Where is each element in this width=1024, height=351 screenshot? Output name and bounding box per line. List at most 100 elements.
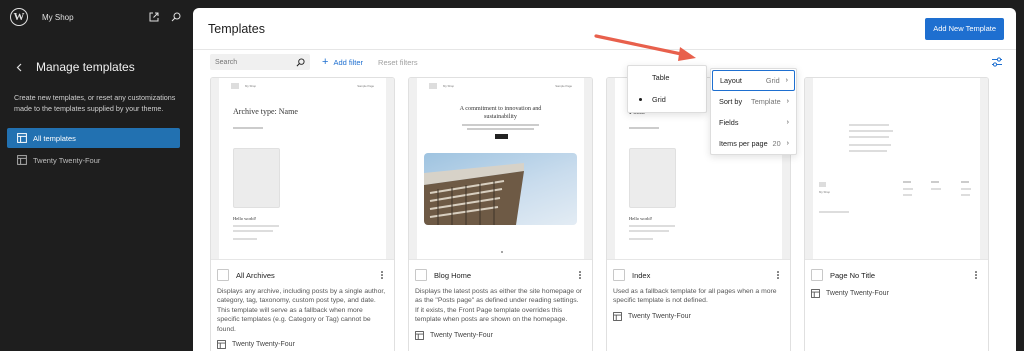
filter-bar: Search + Add filter Reset filters — [210, 54, 1004, 70]
preview-text-line — [629, 225, 675, 227]
template-icon — [613, 269, 625, 281]
layout-option-table[interactable]: Table — [628, 66, 706, 88]
preview-site-title: My Shop — [819, 190, 831, 194]
preview-dot — [501, 251, 503, 253]
view-option-value: 20 — [772, 139, 781, 148]
chevron-right-icon: › — [786, 140, 789, 147]
more-vertical-icon[interactable] — [378, 270, 386, 280]
preview-nav: Sample Page — [555, 84, 572, 88]
sidebar-item-label: Twenty Twenty-Four — [33, 155, 101, 165]
preview-heading: Archive type: Name — [233, 107, 298, 116]
sidebar: W My Shop Manage templates Create new te… — [0, 0, 192, 351]
template-description: Used as a fallback template for all page… — [613, 288, 777, 305]
template-name[interactable]: Page No Title — [830, 271, 972, 280]
wordpress-logo-icon[interactable]: W — [10, 8, 28, 26]
main-panel: Templates Add New Template Search + Add … — [193, 8, 1016, 351]
preview-footer-link — [903, 194, 912, 196]
add-filter-label: Add filter — [333, 57, 364, 67]
view-options-button[interactable] — [990, 55, 1004, 69]
template-preview[interactable]: My Shop Sample Page Archive type: Name H… — [211, 78, 394, 259]
view-option-sort-by[interactable]: Sort by Template › — [712, 91, 795, 112]
sidebar-item-all-templates[interactable]: All templates — [7, 128, 180, 148]
view-option-value: Grid — [765, 76, 780, 85]
preview-text-line — [849, 124, 889, 126]
preview-text-line — [467, 128, 534, 130]
template-description: Displays any archive, including posts by… — [217, 288, 386, 333]
site-hub: W My Shop — [0, 0, 192, 34]
preview-text-line — [629, 238, 653, 240]
preview-text-line — [233, 238, 257, 240]
preview-footer-link — [903, 188, 913, 190]
view-option-items-per-page[interactable]: Items per page 20 › — [712, 133, 795, 154]
template-card-blog-home[interactable]: My Shop Sample Page A commitment to inno… — [408, 77, 593, 351]
templates-grid: My Shop Sample Page Archive type: Name H… — [210, 77, 1004, 351]
layout-icon — [613, 311, 622, 321]
search-icon — [296, 57, 305, 66]
preview-footer-link — [931, 188, 941, 190]
plus-icon: + — [322, 56, 329, 68]
preview-text-line — [629, 127, 659, 129]
reset-filters-button[interactable]: Reset filters — [378, 58, 418, 67]
view-option-value: Template — [751, 97, 781, 106]
selected-dot-icon — [639, 98, 642, 101]
sidebar-item-twenty-twenty-four[interactable]: Twenty Twenty-Four — [7, 150, 180, 170]
layout-icon — [217, 340, 226, 349]
sidebar-item-label: All templates — [33, 133, 76, 143]
template-icon — [217, 269, 229, 281]
more-vertical-icon[interactable] — [972, 270, 980, 280]
chevron-left-icon — [16, 63, 21, 71]
preview-text-line — [849, 130, 893, 132]
more-vertical-icon[interactable] — [774, 270, 782, 280]
more-vertical-icon[interactable] — [576, 270, 584, 280]
template-name[interactable]: Index — [632, 271, 774, 280]
search-icon[interactable] — [168, 9, 184, 25]
template-theme: Twenty Twenty-Four — [232, 341, 295, 349]
view-option-label: Layout — [720, 76, 742, 85]
preview-site-title: My Shop — [245, 84, 257, 88]
back-button[interactable] — [12, 60, 26, 74]
layout-icon — [811, 289, 820, 298]
layout-icon — [415, 330, 424, 340]
preview-footer-link — [961, 181, 969, 183]
template-preview[interactable]: My Shop — [805, 78, 988, 259]
preview-site-title: My Shop — [443, 84, 455, 88]
template-card-page-no-title[interactable]: My Shop Page No Title Twenty Twenty-Four — [804, 77, 989, 351]
layout-option-grid[interactable]: Grid — [628, 88, 706, 110]
preview-heading: A commitment to innovation and sustainab… — [459, 105, 542, 120]
preview-logo — [819, 182, 826, 187]
preview-image-placeholder — [233, 148, 280, 208]
layout-icon — [17, 155, 27, 165]
preview-text-line — [233, 230, 273, 232]
view-option-label: Items per page — [719, 139, 768, 148]
layout-icon — [17, 133, 27, 143]
template-preview[interactable]: My Shop Sample Page A commitment to inno… — [409, 78, 592, 259]
preview-text-line — [233, 225, 279, 227]
template-card-all-archives[interactable]: My Shop Sample Page Archive type: Name H… — [210, 77, 395, 351]
preview-text-line — [233, 127, 263, 129]
template-icon — [415, 269, 427, 281]
view-option-layout[interactable]: Layout Grid › — [712, 70, 795, 91]
view-options-menu: Layout Grid › Sort by Template › Fields … — [710, 68, 797, 155]
external-link-icon[interactable] — [146, 9, 162, 25]
view-option-fields[interactable]: Fields › — [712, 112, 795, 133]
sidebar-description: Create new templates, or reset any custo… — [14, 93, 176, 113]
template-theme: Twenty Twenty-Four — [628, 312, 691, 320]
add-filter-button[interactable]: + Add filter — [322, 56, 363, 68]
template-theme: Twenty Twenty-Four — [826, 290, 889, 297]
site-name[interactable]: My Shop — [42, 13, 140, 22]
preview-image-placeholder — [629, 148, 676, 208]
chevron-right-icon: › — [786, 98, 789, 105]
layout-submenu: Table Grid — [627, 65, 707, 113]
template-name[interactable]: All Archives — [236, 271, 378, 280]
chevron-right-icon: › — [786, 119, 789, 126]
add-new-template-button[interactable]: Add New Template — [925, 17, 1004, 40]
preview-hero-image — [424, 153, 577, 225]
preview-text-line — [849, 150, 887, 152]
search-input[interactable]: Search — [210, 54, 310, 70]
preview-logo — [429, 83, 437, 89]
preview-footer-link — [961, 188, 971, 190]
template-name[interactable]: Blog Home — [434, 271, 576, 280]
preview-nav: Sample Page — [357, 84, 374, 88]
preview-logo — [231, 83, 239, 89]
preview-footer-link — [931, 181, 939, 183]
